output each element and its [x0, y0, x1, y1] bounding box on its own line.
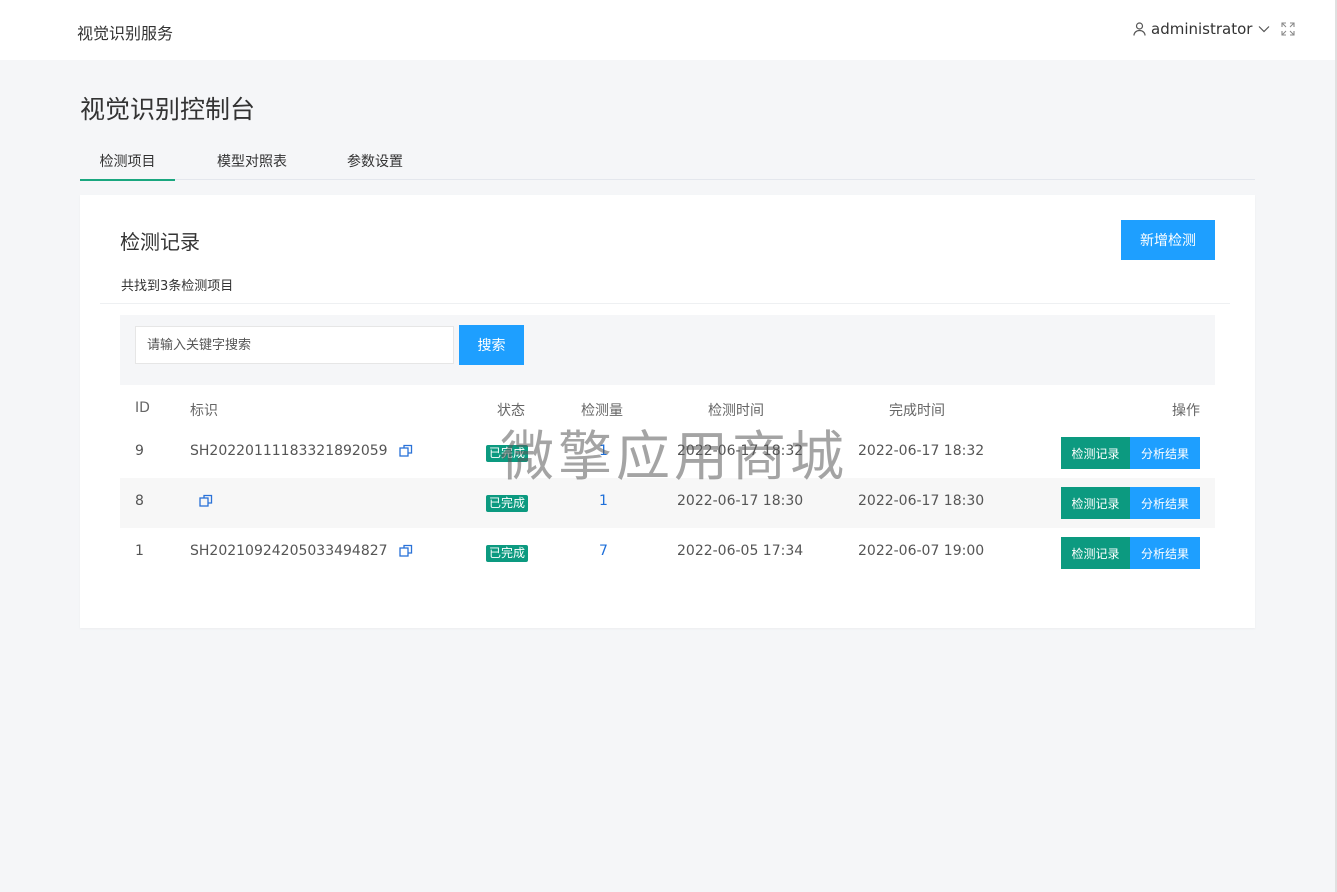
cell-detect-time: 2022-06-05 17:34 — [677, 543, 804, 559]
detect-record-button[interactable]: 检测记录 — [1061, 437, 1130, 469]
search-input[interactable] — [135, 326, 454, 364]
cell-detect-time: 2022-06-17 18:32 — [677, 443, 804, 459]
table-row: 8 已完成 1 2022-06-17 18:30 2022-06-17 18:3… — [120, 478, 1215, 528]
table-header: ID 标识 状态 检测量 检测时间 完成时间 操作 — [120, 390, 1215, 428]
analysis-result-button[interactable]: 分析结果 — [1130, 437, 1200, 469]
col-count: 检测量 — [581, 403, 623, 419]
row-actions: 检测记录 分析结果 — [1061, 537, 1200, 569]
col-detect-time: 检测时间 — [708, 403, 764, 419]
detect-record-button[interactable]: 检测记录 — [1061, 537, 1130, 569]
col-actions: 操作 — [1172, 403, 1200, 419]
ident-text: SH2022011118332189205​9 — [190, 443, 388, 459]
col-status: 状态 — [497, 403, 525, 419]
user-name: administrator — [1151, 20, 1253, 38]
cell-ident: SH2022011118332189205​9 — [190, 443, 413, 459]
app-title: 视觉识别服务 — [77, 24, 174, 43]
tab-detect-projects[interactable]: 检测项目 — [80, 140, 175, 181]
copy-icon[interactable] — [399, 444, 413, 458]
analysis-result-button[interactable]: 分析结果 — [1130, 537, 1200, 569]
search-panel: 搜索 — [120, 315, 1215, 385]
row-actions: 检测记录 分析结果 — [1061, 437, 1200, 469]
page-title: 视觉识别控制台 — [80, 95, 256, 124]
cell-ident: SH20210924205033494827 — [190, 543, 413, 559]
top-bar: 视觉识别服务 administrator — [0, 0, 1337, 60]
cell-id: 1 — [135, 543, 144, 559]
tab-bar: 检测项目 模型对照表 参数设置 — [80, 140, 1255, 181]
result-count: 共找到3条检测项目 — [121, 279, 234, 294]
count-link[interactable]: 7 — [599, 543, 608, 559]
copy-icon[interactable] — [199, 494, 213, 508]
count-link[interactable]: 1 — [599, 493, 608, 509]
row-actions: 检测记录 分析结果 — [1061, 487, 1200, 519]
ident-text: SH20210924205033494827 — [190, 543, 388, 559]
cell-finish-time: 2022-06-17 18:30 — [858, 493, 985, 509]
table-row: 1 SH20210924205033494827 已完成 7 2022-06-0… — [120, 528, 1215, 578]
count-link[interactable]: 1 — [599, 443, 608, 459]
tab-settings[interactable]: 参数设置 — [338, 140, 412, 180]
cell-finish-time: 2022-06-07 19:00 — [858, 543, 985, 559]
fullscreen-icon[interactable] — [1281, 22, 1295, 36]
user-menu[interactable]: administrator — [1133, 20, 1270, 38]
status-badge: 已完成 — [486, 545, 529, 562]
chevron-down-icon — [1258, 25, 1270, 33]
col-finish-time: 完成时间 — [889, 403, 945, 419]
card-title: 检测记录 — [120, 230, 200, 254]
tab-model-table[interactable]: 模型对照表 — [208, 140, 296, 180]
divider — [100, 303, 1230, 304]
table-row: 9 SH2022011118332189205​9 已完成 1 2022-06-… — [120, 428, 1215, 478]
records-card: 检测记录 共找到3条检测项目 新增检测 搜索 ID 标识 状态 检测量 检测时间… — [80, 195, 1255, 628]
cell-id: 8 — [135, 493, 144, 509]
user-icon — [1133, 22, 1146, 36]
detect-record-button[interactable]: 检测记录 — [1061, 487, 1130, 519]
status-badge: 已完成 — [486, 445, 529, 462]
status-badge: 已完成 — [486, 495, 529, 512]
copy-icon[interactable] — [399, 544, 413, 558]
col-ident: 标识 — [190, 403, 218, 419]
analysis-result-button[interactable]: 分析结果 — [1130, 487, 1200, 519]
cell-finish-time: 2022-06-17 18:32 — [858, 443, 985, 459]
cell-id: 9 — [135, 443, 144, 459]
cell-detect-time: 2022-06-17 18:30 — [677, 493, 804, 509]
add-detection-button[interactable]: 新增检测 — [1121, 220, 1215, 260]
search-button[interactable]: 搜索 — [459, 325, 524, 365]
col-id: ID — [135, 400, 150, 416]
cell-ident — [190, 493, 213, 509]
